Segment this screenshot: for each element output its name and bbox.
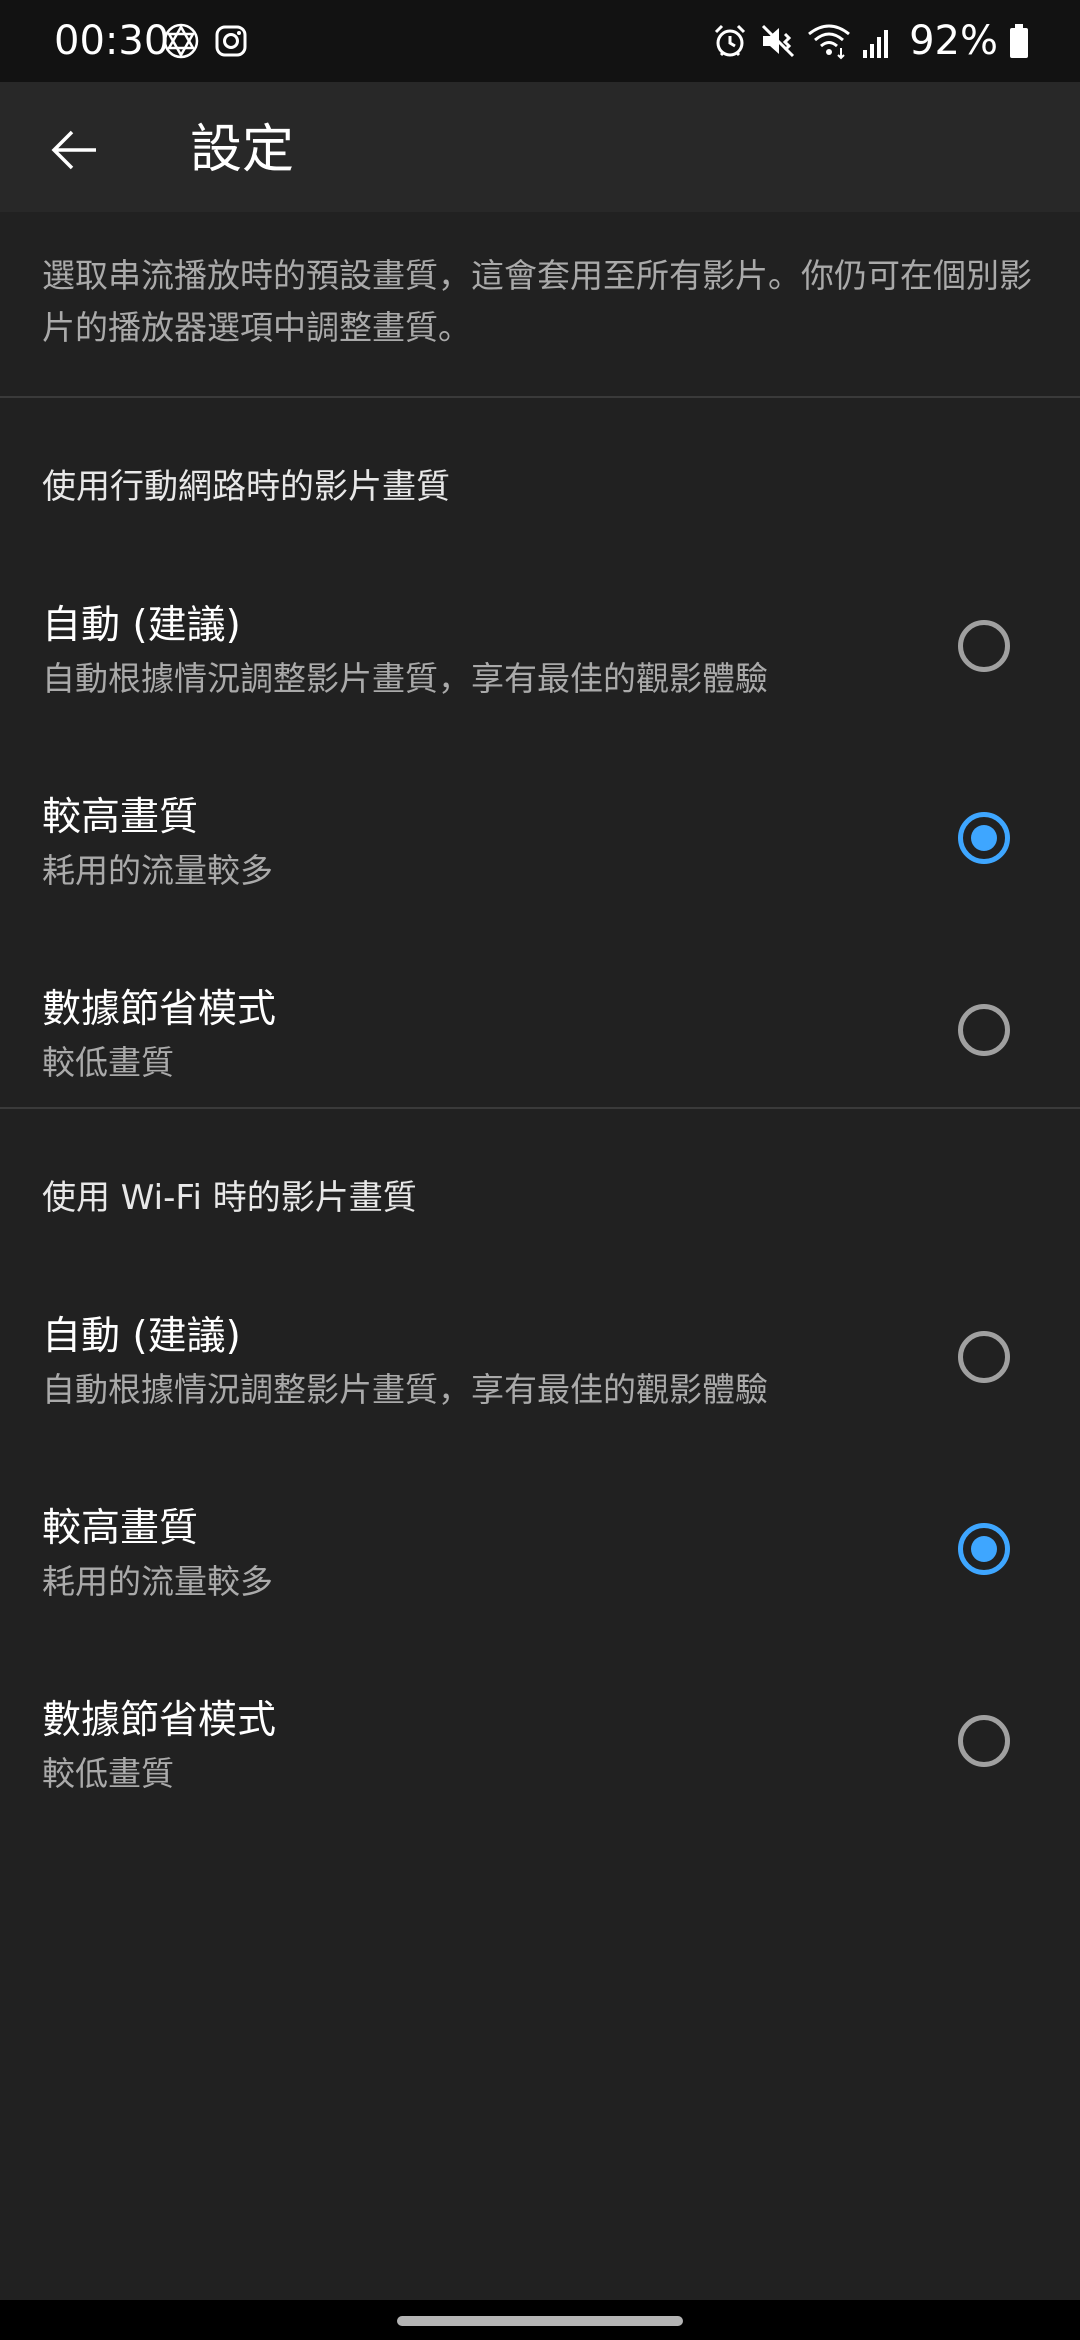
option-title: 數據節省模式 — [42, 987, 277, 1032]
alarm-icon — [715, 24, 746, 57]
option-title: 自動 (建議) — [42, 603, 241, 648]
option-title: 較高畫質 — [42, 795, 199, 840]
description-text: 選取串流播放時的預設畫質，這會套用至所有影片。你仍可在個別影片的播放器選項中調整… — [42, 256, 1032, 347]
option-subtitle: 耗用的流量較多 — [42, 851, 273, 890]
home-indicator[interactable] — [397, 2316, 683, 2326]
option-subtitle: 耗用的流量較多 — [42, 1562, 273, 1601]
battery-icon — [1010, 24, 1028, 58]
radio-button-selected[interactable] — [958, 1523, 1010, 1575]
option-title: 自動 (建議) — [42, 1314, 241, 1359]
option-wifi-higher-quality[interactable]: 較高畫質 耗用的流量較多 — [0, 1463, 1080, 1643]
radio-dot — [971, 1536, 997, 1562]
page-title: 設定 — [190, 120, 295, 180]
instagram-icon — [215, 25, 247, 57]
option-wifi-data-saver[interactable]: 數據節省模式 較低畫質 — [0, 1655, 1080, 1835]
radio-button[interactable] — [958, 620, 1010, 672]
section-header-mobile: 使用行動網路時的影片畫質 — [42, 467, 450, 507]
option-wifi-auto[interactable]: 自動 (建議) 自動根據情況調整影片畫質，享有最佳的觀影體驗 — [0, 1271, 1080, 1451]
option-title: 數據節省模式 — [42, 1698, 277, 1743]
section-header-wifi: 使用 Wi-Fi 時的影片畫質 — [42, 1178, 417, 1218]
radio-button-selected[interactable] — [958, 812, 1010, 864]
status-left-icons — [162, 20, 248, 62]
arrow-back-icon — [51, 130, 96, 170]
option-subtitle: 較低畫質 — [42, 1043, 174, 1082]
status-right-icons: 92% — [711, 14, 1030, 68]
option-title: 較高畫質 — [42, 1506, 199, 1551]
option-subtitle: 自動根據情況調整影片畫質，享有最佳的觀影體驗 — [42, 1370, 768, 1409]
navigation-bar — [0, 2300, 1080, 2340]
signal-icon — [863, 30, 889, 58]
radio-button[interactable] — [958, 1004, 1010, 1056]
mute-vibrate-icon — [762, 24, 795, 58]
option-subtitle: 自動根據情況調整影片畫質，享有最佳的觀影體驗 — [42, 659, 768, 698]
wifi-icon — [808, 24, 851, 60]
option-mobile-auto[interactable]: 自動 (建議) 自動根據情況調整影片畫質，享有最佳的觀影體驗 — [0, 560, 1080, 740]
radio-dot — [971, 825, 997, 851]
option-mobile-higher-quality[interactable]: 較高畫質 耗用的流量較多 — [0, 752, 1080, 932]
status-time: 00:30 — [54, 18, 170, 64]
divider — [0, 1107, 1080, 1109]
option-mobile-data-saver[interactable]: 數據節省模式 較低畫質 — [0, 944, 1080, 1124]
app-bar: 設定 — [0, 82, 1080, 212]
radio-button[interactable] — [958, 1331, 1010, 1383]
hexagram-icon — [163, 23, 199, 59]
status-bar: 00:30 92% — [0, 0, 1080, 82]
divider — [0, 396, 1080, 398]
radio-button[interactable] — [958, 1715, 1010, 1767]
battery-percent: 92% — [909, 18, 998, 64]
option-subtitle: 較低畫質 — [42, 1754, 174, 1793]
back-button[interactable] — [34, 110, 114, 190]
